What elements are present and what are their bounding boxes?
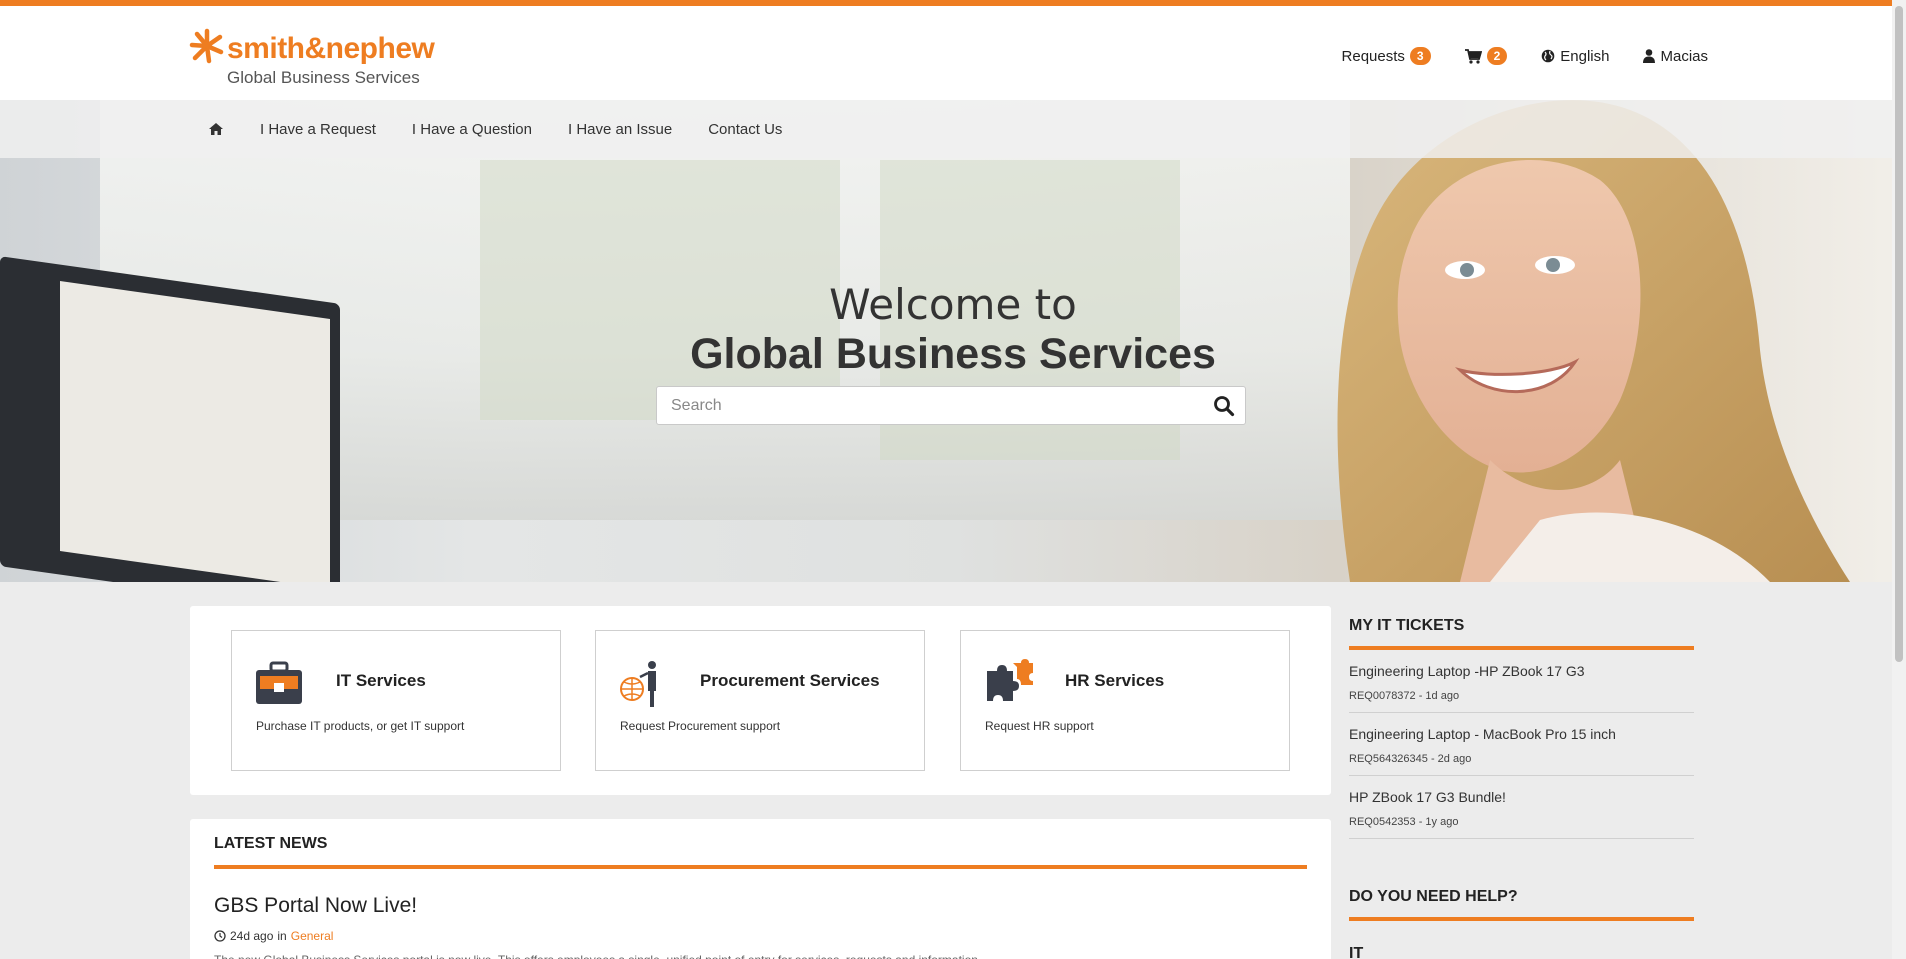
home-icon[interactable] xyxy=(208,122,224,136)
puzzle-icon xyxy=(987,659,1033,701)
news-age: 24d ago xyxy=(230,929,274,943)
procurement-services-card[interactable]: Procurement Services Request Procurement… xyxy=(595,630,925,771)
help-divider xyxy=(1349,917,1694,921)
cart-link[interactable]: 2 xyxy=(1464,47,1508,65)
help-category-it[interactable]: IT xyxy=(1349,945,1694,959)
top-navigation: Requests 3 2 English Macias xyxy=(1342,6,1708,106)
ticket-item[interactable]: Engineering Laptop - MacBook Pro 15 inch… xyxy=(1349,713,1694,776)
news-divider xyxy=(214,865,1307,869)
logo-subtitle: Global Business Services xyxy=(227,68,420,87)
news-category-link[interactable]: General xyxy=(291,929,334,943)
ticket-title: Engineering Laptop - MacBook Pro 15 inch xyxy=(1349,726,1616,742)
procurement-services-title: Procurement Services xyxy=(700,671,880,690)
ticket-meta: REQ0078372 - 1d ago xyxy=(1349,690,1460,702)
toolbox-icon xyxy=(256,661,302,704)
ticket-meta: REQ0542353 - 1y ago xyxy=(1349,816,1459,828)
logo-star-icon xyxy=(189,28,224,64)
requests-link[interactable]: Requests 3 xyxy=(1342,47,1431,65)
globe-presenter-icon xyxy=(620,661,656,707)
requests-label: Requests xyxy=(1341,47,1405,65)
nav-i-have-an-issue[interactable]: I Have an Issue xyxy=(568,121,672,138)
procurement-services-description: Request Procurement support xyxy=(620,719,781,733)
user-name: Macias xyxy=(1660,47,1708,65)
page-scrollbar[interactable] xyxy=(1892,0,1906,959)
secondary-navigation: I Have a Request I Have a Question I Hav… xyxy=(0,100,1906,158)
it-services-card[interactable]: IT Services Purchase IT products, or get… xyxy=(231,630,561,771)
ticket-meta: REQ564326345 - 2d ago xyxy=(1349,753,1472,765)
logo-brand-text: smith&nephew xyxy=(227,32,435,65)
sidebar: MY IT TICKETS Engineering Laptop -HP ZBo… xyxy=(1349,606,1694,959)
user-menu[interactable]: Macias xyxy=(1643,48,1708,65)
ticket-title: HP ZBook 17 G3 Bundle! xyxy=(1349,789,1506,805)
ticket-title: Engineering Laptop -HP ZBook 17 G3 xyxy=(1349,663,1585,679)
welcome-line-2: Global Business Services xyxy=(690,330,1216,378)
latest-news-panel: LATEST NEWS GBS Portal Now Live! 24d ago… xyxy=(190,819,1331,959)
ticket-item[interactable]: HP ZBook 17 G3 Bundle! REQ0542353 - 1y a… xyxy=(1349,776,1694,839)
hr-services-title: HR Services xyxy=(1065,671,1165,690)
requests-count-badge: 3 xyxy=(1409,47,1431,65)
clock-icon xyxy=(214,930,226,942)
nav-i-have-a-request[interactable]: I Have a Request xyxy=(260,121,376,138)
nav-i-have-a-question[interactable]: I Have a Question xyxy=(412,121,532,138)
language-selector[interactable]: English xyxy=(1541,48,1609,65)
hr-services-description: Request HR support xyxy=(985,719,1094,733)
user-icon xyxy=(1643,49,1656,63)
news-meta: 24d ago in General xyxy=(214,929,333,943)
it-services-description: Purchase IT products, or get IT support xyxy=(256,719,465,733)
cart-icon xyxy=(1464,48,1482,64)
help-heading: DO YOU NEED HELP? xyxy=(1349,888,1518,905)
globe-icon xyxy=(1541,49,1555,63)
cart-count-badge: 2 xyxy=(1486,47,1508,65)
welcome-heading: Welcome to Global Business Services xyxy=(0,282,1906,379)
search-icon[interactable] xyxy=(1213,395,1235,417)
my-it-tickets-heading: MY IT TICKETS xyxy=(1349,617,1465,634)
news-excerpt: The new Global Business Services portal … xyxy=(214,953,1307,959)
search-input[interactable] xyxy=(657,387,1197,424)
scrollbar-thumb[interactable] xyxy=(1895,6,1903,662)
hr-services-card[interactable]: HR Services Request HR support xyxy=(960,630,1290,771)
search-box xyxy=(656,386,1246,425)
ticket-item[interactable]: Engineering Laptop -HP ZBook 17 G3 REQ00… xyxy=(1349,650,1694,713)
news-in-label: in xyxy=(277,929,287,943)
nav-contact-us[interactable]: Contact Us xyxy=(708,121,782,138)
service-cards-panel: IT Services Purchase IT products, or get… xyxy=(190,606,1331,795)
language-label: English xyxy=(1560,47,1610,65)
header: smith&nephew Global Business Services Re… xyxy=(0,0,1906,100)
smith-nephew-logo[interactable]: smith&nephew Global Business Services xyxy=(189,28,435,88)
latest-news-heading: LATEST NEWS xyxy=(214,835,328,852)
it-services-title: IT Services xyxy=(336,671,426,690)
welcome-line-1: Welcome to xyxy=(829,280,1077,329)
news-article-title[interactable]: GBS Portal Now Live! xyxy=(214,894,417,918)
